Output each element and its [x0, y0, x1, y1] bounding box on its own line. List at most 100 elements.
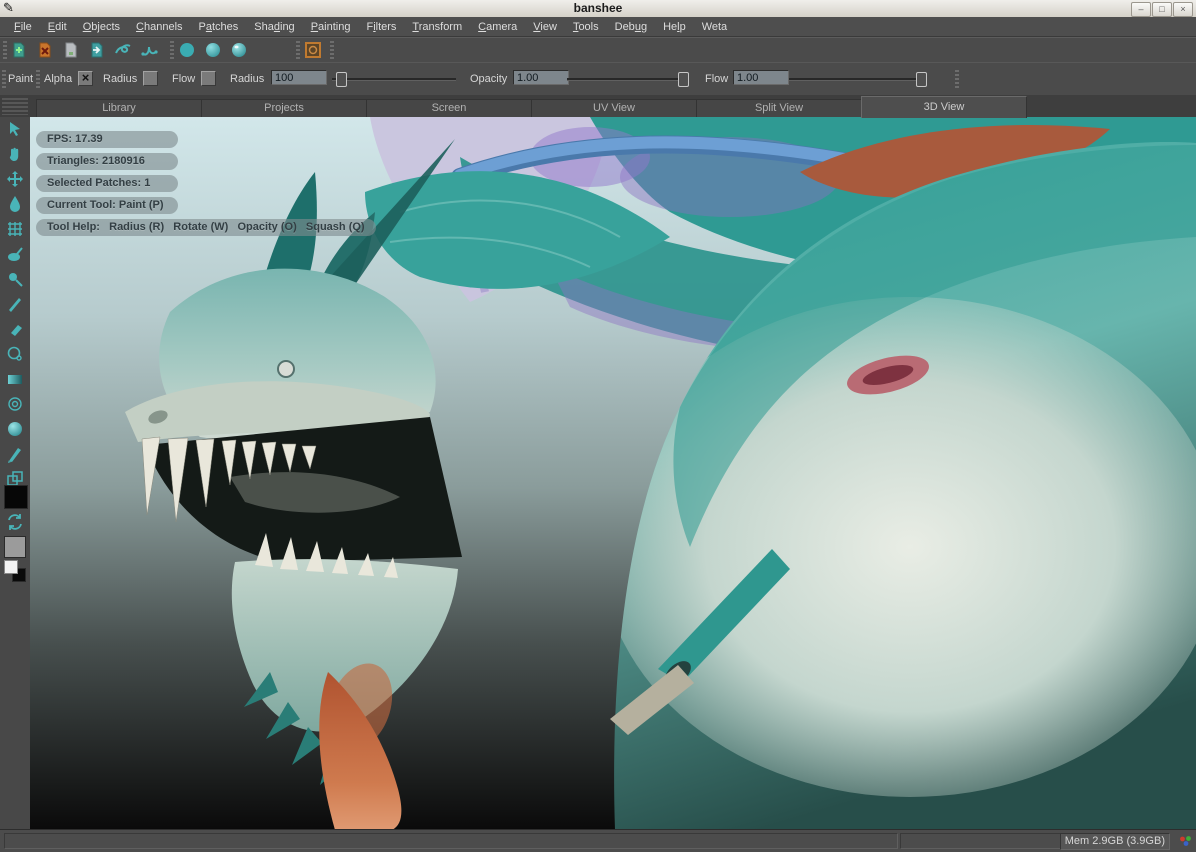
pencil-tool[interactable]	[5, 294, 25, 314]
menu-tools[interactable]: Tools	[565, 17, 607, 37]
opacity-label: Opacity	[470, 73, 507, 85]
status-bar: Mem 2.9GB (3.9GB)	[0, 829, 1196, 852]
ring-tool[interactable]	[5, 394, 25, 414]
paint-drop-tool[interactable]	[5, 194, 25, 214]
fg-mini-swatch	[4, 560, 18, 574]
menu-transform[interactable]: Transform	[404, 17, 470, 37]
toolbar-handle[interactable]	[2, 70, 6, 89]
memory-usage: Mem 2.9GB (3.9GB)	[1060, 833, 1170, 850]
slider-handle[interactable]	[916, 72, 927, 87]
flow-checkbox[interactable]	[201, 71, 216, 86]
paint-option-bar: Paint Alpha Radius Flow Radius Opacity F…	[0, 62, 1196, 97]
tab-projects[interactable]: Projects	[201, 99, 367, 117]
slider-groove	[332, 78, 456, 81]
maximize-button[interactable]: □	[1152, 2, 1172, 17]
palette-handle[interactable]	[2, 98, 28, 115]
3d-viewport-canvas[interactable]: FPS: 17.39 Triangles: 2180916 Selected P…	[30, 117, 1196, 830]
background-color-swatch[interactable]	[4, 536, 26, 558]
fg-bg-mini-swatches[interactable]	[4, 560, 26, 582]
minimize-button[interactable]: –	[1131, 2, 1151, 17]
current-tool-label: Paint	[8, 73, 33, 85]
mesh-tool[interactable]	[5, 219, 25, 239]
status-segment	[900, 833, 1074, 849]
menu-objects[interactable]: Objects	[75, 17, 128, 37]
pan-tool[interactable]	[5, 144, 25, 164]
radius-checkbox[interactable]	[143, 71, 158, 86]
slider-handle[interactable]	[336, 72, 347, 87]
tab-screen[interactable]: Screen	[366, 99, 532, 117]
toolbar-handle[interactable]	[330, 41, 334, 60]
hud-fps: FPS: 17.39	[36, 131, 178, 148]
menu-weta[interactable]: Weta	[694, 17, 735, 37]
menu-shading[interactable]: Shading	[246, 17, 302, 37]
slider-groove	[567, 78, 689, 81]
menu-help[interactable]: Help	[655, 17, 694, 37]
menu-painting[interactable]: Painting	[303, 17, 359, 37]
save-project-icon[interactable]	[62, 41, 80, 59]
flow-toggle-label: Flow	[172, 73, 195, 85]
menu-edit[interactable]: Edit	[40, 17, 75, 37]
menu-filters[interactable]: Filters	[358, 17, 404, 37]
status-segment	[4, 833, 898, 849]
spline-icon[interactable]	[140, 41, 158, 59]
hud-triangles: Triangles: 2180916	[36, 153, 178, 170]
textured-sphere-icon[interactable]	[230, 41, 248, 59]
main-toolbar	[0, 37, 1196, 64]
slider-groove	[789, 78, 927, 81]
opacity-field[interactable]	[513, 70, 569, 85]
flow-field[interactable]	[733, 70, 789, 85]
menu-file[interactable]: File	[6, 17, 40, 37]
menu-camera[interactable]: Camera	[470, 17, 525, 37]
menu-bar: File Edit Objects Channels Patches Shadi…	[0, 17, 1196, 37]
window-title: banshee	[0, 1, 1196, 15]
brush-tool[interactable]	[5, 444, 25, 464]
paint-through-icon[interactable]	[114, 41, 132, 59]
view-tab-bar: Library Projects Screen UV View Split Vi…	[0, 95, 1196, 118]
menu-channels[interactable]: Channels	[128, 17, 191, 37]
circle-select-tool[interactable]	[5, 344, 25, 364]
opacity-slider[interactable]	[567, 72, 689, 86]
alpha-checkbox[interactable]	[78, 71, 93, 86]
tool-palette	[0, 117, 31, 830]
toolbar-handle[interactable]	[3, 41, 7, 60]
tab-uv-view[interactable]: UV View	[531, 99, 697, 117]
import-icon[interactable]	[88, 41, 106, 59]
toolbar-handle[interactable]	[36, 70, 40, 89]
eraser-tool[interactable]	[5, 319, 25, 339]
gradient-tool[interactable]	[5, 369, 25, 389]
select-tool[interactable]	[5, 119, 25, 139]
flat-sphere-icon[interactable]	[178, 41, 196, 59]
title-bar[interactable]: ✎ banshee – □ ×	[0, 0, 1196, 18]
slider-handle[interactable]	[678, 72, 689, 87]
menu-debug[interactable]: Debug	[607, 17, 655, 37]
flow-label: Flow	[705, 73, 728, 85]
radius-slider[interactable]	[332, 72, 456, 86]
toolbar-handle[interactable]	[296, 41, 300, 60]
move-tool[interactable]	[5, 169, 25, 189]
close-project-icon[interactable]	[36, 41, 54, 59]
toolbar-handle[interactable]	[170, 41, 174, 60]
close-button[interactable]: ×	[1173, 2, 1193, 17]
pin-tool[interactable]	[5, 269, 25, 289]
new-project-icon[interactable]	[10, 41, 28, 59]
tab-split-view[interactable]: Split View	[696, 99, 862, 117]
projection-icon[interactable]	[304, 41, 322, 59]
shaded-sphere-icon[interactable]	[204, 41, 222, 59]
hud-selected-patches: Selected Patches: 1	[36, 175, 178, 192]
tab-3d-view[interactable]: 3D View	[861, 96, 1027, 118]
foreground-color-swatch[interactable]	[4, 485, 28, 509]
radius-toggle-label: Radius	[103, 73, 137, 85]
alpha-label: Alpha	[44, 73, 72, 85]
application-window: { "window": { "title": "banshee", "app_i…	[0, 0, 1196, 852]
hud-tool-help: Tool Help: Radius (R) Rotate (W) Opacity…	[36, 219, 376, 236]
menu-patches[interactable]: Patches	[191, 17, 247, 37]
tab-library[interactable]: Library	[36, 99, 202, 117]
radius-field[interactable]	[271, 70, 327, 85]
sphere-tool[interactable]	[5, 419, 25, 439]
menu-view[interactable]: View	[525, 17, 565, 37]
toolbar-handle[interactable]	[955, 70, 959, 89]
swap-colors[interactable]	[5, 512, 25, 532]
smear-tool[interactable]	[5, 244, 25, 264]
flow-slider[interactable]	[789, 72, 927, 86]
hud-current-tool: Current Tool: Paint (P)	[36, 197, 178, 214]
